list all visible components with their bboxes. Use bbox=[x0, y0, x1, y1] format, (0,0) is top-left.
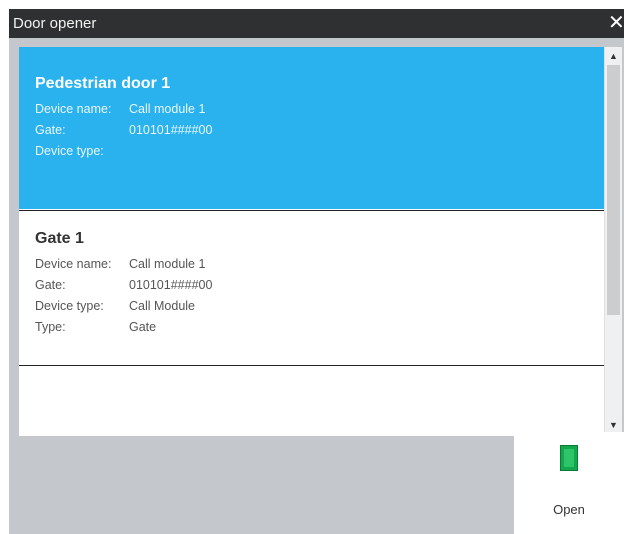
field-value: Call module 1 bbox=[129, 102, 206, 116]
field-row-device-name: Device name: Call module 1 bbox=[35, 257, 595, 272]
title-bar: Door opener ✕ bbox=[9, 9, 624, 38]
field-value: 010101####00 bbox=[129, 123, 213, 137]
door-list: Pedestrian door 1 Device name: Call modu… bbox=[19, 47, 622, 436]
list-item-pedestrian-door[interactable]: Pedestrian door 1 Device name: Call modu… bbox=[19, 47, 604, 209]
scroll-up-icon[interactable]: ▲ bbox=[605, 49, 622, 63]
field-row-gate: Gate: 010101####00 bbox=[35, 278, 595, 293]
scroll-down-icon[interactable]: ▼ bbox=[605, 418, 622, 432]
field-value: Call Module bbox=[129, 299, 196, 313]
field-row-device-type: Device type: Call Module bbox=[35, 299, 595, 314]
field-value: Call module 1 bbox=[129, 257, 206, 271]
item-title: Gate 1 bbox=[35, 230, 84, 247]
field-value: 010101####00 bbox=[129, 278, 213, 292]
item-title: Pedestrian door 1 bbox=[35, 75, 171, 92]
field-label: Device type: bbox=[35, 144, 104, 158]
field-label: Gate: bbox=[35, 278, 66, 292]
item-divider bbox=[19, 365, 604, 366]
field-label: Gate: bbox=[35, 123, 66, 137]
field-label: Type: bbox=[35, 320, 66, 334]
field-row-type: Type: Gate bbox=[35, 320, 595, 335]
field-row-device-name: Device name: Call module 1 bbox=[35, 102, 595, 117]
list-scrollbar[interactable]: ▲ ▼ bbox=[604, 47, 622, 436]
field-label: Device name: bbox=[35, 102, 112, 116]
list-item-gate-1[interactable]: Gate 1 Device name: Call module 1 Gate: … bbox=[19, 211, 604, 365]
field-label: Device type: bbox=[35, 299, 104, 313]
scrollbar-thumb[interactable] bbox=[607, 65, 620, 315]
door-icon bbox=[560, 445, 578, 471]
field-label: Device name: bbox=[35, 257, 112, 271]
field-row-gate: Gate: 010101####00 bbox=[35, 123, 595, 138]
field-value: Gate bbox=[129, 320, 157, 334]
field-row-device-type: Device type: bbox=[35, 144, 595, 159]
open-door-button[interactable]: Open bbox=[514, 432, 624, 534]
open-button-label: Open bbox=[553, 502, 585, 517]
door-opener-window: Door opener ✕ Pedestrian door 1 Device n… bbox=[9, 9, 624, 534]
close-icon[interactable]: ✕ bbox=[608, 12, 624, 34]
window-title: Door opener bbox=[13, 15, 97, 32]
